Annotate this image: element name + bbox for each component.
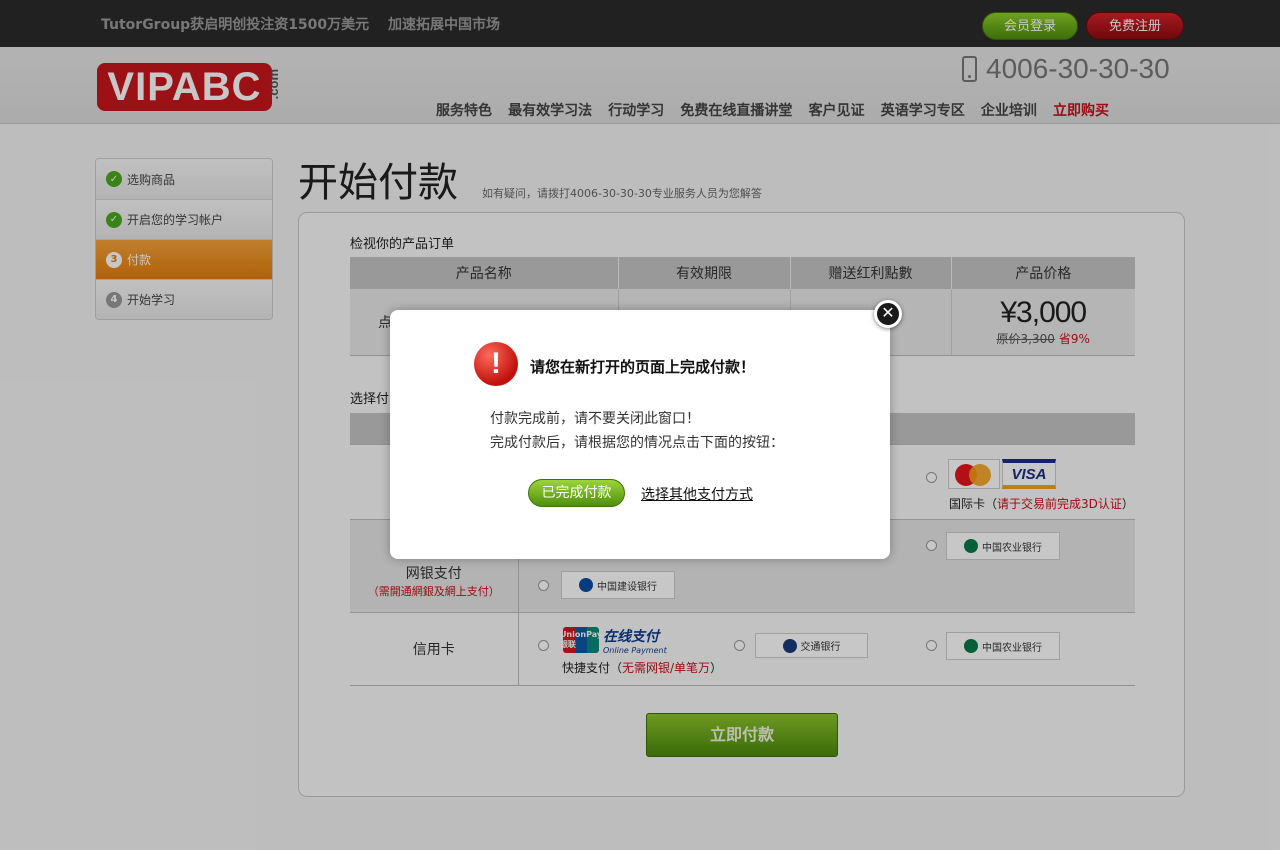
- modal-line-2: 完成付款后，请根据您的情况点击下面的按钮：: [490, 435, 784, 451]
- payment-done-button[interactable]: 已完成付款: [528, 479, 625, 507]
- warning-icon: !: [474, 342, 518, 386]
- modal-title: 请您在新打开的页面上完成付款！: [530, 358, 756, 376]
- payment-modal: ✕ ! 请您在新打开的页面上完成付款！ 付款完成前，请不要关闭此窗口！ 完成付款…: [390, 300, 902, 559]
- other-payment-link[interactable]: 选择其他支付方式: [641, 484, 753, 504]
- close-icon[interactable]: ✕: [874, 300, 902, 328]
- modal-line-1: 付款完成前，请不要关闭此窗口！: [490, 411, 700, 427]
